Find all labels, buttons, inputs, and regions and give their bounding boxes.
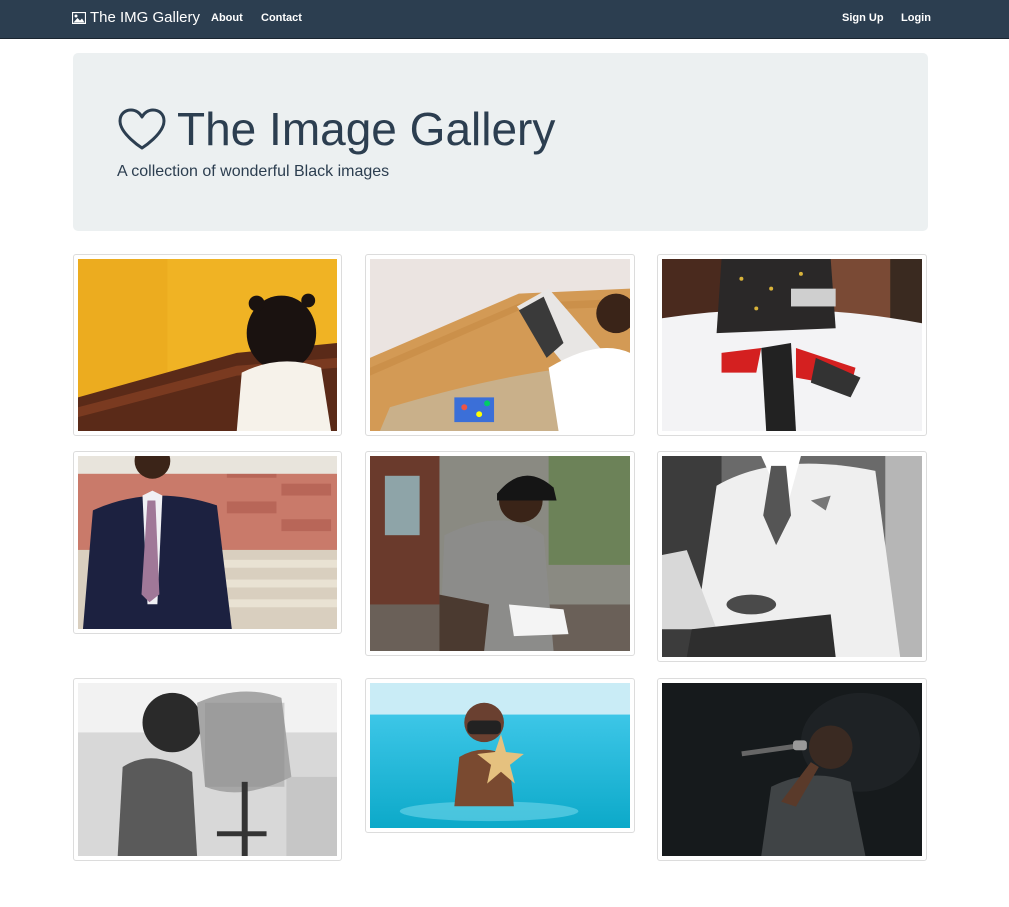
nav-about-link[interactable]: About — [211, 12, 243, 24]
gallery-image — [78, 683, 337, 856]
jumbotron: The Image Gallery A collection of wonder… — [73, 53, 928, 231]
gallery-thumbnail-girl-yellow-wall[interactable] — [73, 254, 342, 436]
brand-link[interactable]: The IMG Gallery — [72, 9, 200, 26]
gallery-thumbnail-man-in-suit-bench[interactable] — [73, 451, 342, 634]
heart-icon — [118, 108, 166, 150]
gallery-image — [662, 683, 922, 856]
nav-contact-link[interactable]: Contact — [261, 12, 302, 24]
gallery-image — [370, 259, 630, 431]
brand-label: The IMG Gallery — [90, 9, 201, 26]
gallery-image — [662, 259, 922, 431]
gallery-image — [78, 456, 337, 629]
page-subtitle: A collection of wonderful Black images — [117, 163, 390, 180]
page-title: The Image Gallery — [117, 101, 555, 157]
navbar: The IMG Gallery About Contact Sign Up Lo… — [0, 0, 1009, 39]
gallery-thumbnail-woman-singing-stage[interactable] — [657, 678, 927, 861]
gallery-image — [370, 456, 630, 651]
gallery-image — [370, 683, 630, 828]
gallery-image — [662, 456, 922, 657]
gallery-thumbnail-man-white-suit-laptop[interactable] — [657, 451, 927, 662]
gallery-thumbnail-man-singing-mic[interactable] — [73, 678, 342, 861]
gallery-thumbnail-man-reading[interactable] — [365, 254, 635, 436]
gallery-thumbnail-man-writing[interactable] — [365, 451, 635, 656]
nav-signup-link[interactable]: Sign Up — [842, 12, 884, 24]
gallery-image — [78, 259, 337, 431]
nav-login-link[interactable]: Login — [901, 12, 931, 24]
gallery-thumbnail-child-on-bed[interactable] — [657, 254, 927, 436]
picture-icon — [72, 11, 86, 24]
page-title-text: The Image Gallery — [177, 103, 556, 155]
gallery-thumbnail-boy-with-starfish[interactable] — [365, 678, 635, 833]
